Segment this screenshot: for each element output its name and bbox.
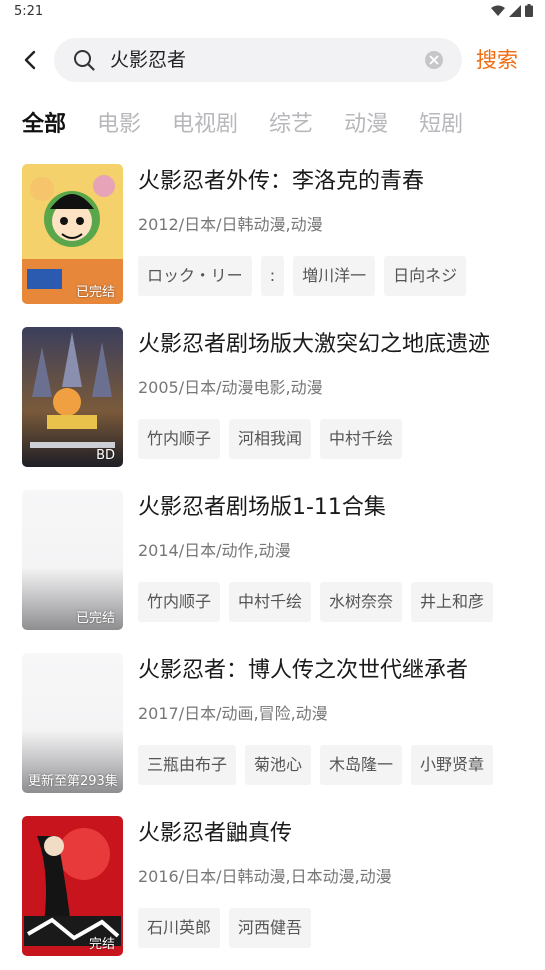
search-icon bbox=[74, 50, 95, 71]
poster-badge: 完结 bbox=[88, 937, 115, 952]
result-item[interactable]: 完结 火影忍者鼬真传 2016/日本/日韩动漫,日本动漫,动漫 石川英郎 河西健… bbox=[0, 814, 545, 956]
cast-tag[interactable]: 三瓶由布子 bbox=[138, 745, 237, 785]
search-row: 火影忍者 搜索 bbox=[0, 38, 545, 82]
cast-tag[interactable]: : bbox=[260, 256, 285, 296]
cast-tag[interactable]: 石川英郎 bbox=[138, 908, 221, 948]
cast-tag[interactable]: 井上和彦 bbox=[411, 582, 494, 622]
result-item[interactable]: 已完结 火影忍者外传：李洛克的青春 2012/日本/日韩动漫,动漫 ロック・リー… bbox=[0, 162, 545, 304]
result-meta: 2012/日本/日韩动漫,动漫 bbox=[138, 215, 323, 234]
result-meta: 2016/日本/日韩动漫,日本动漫,动漫 bbox=[138, 867, 392, 886]
status-time: 5:21 bbox=[14, 4, 44, 19]
cast-tags: 竹内顺子 河相我闻 中村千绘 bbox=[138, 419, 411, 459]
result-meta: 2017/日本/动画,冒险,动漫 bbox=[138, 704, 328, 723]
cast-tag[interactable]: 竹内顺子 bbox=[138, 582, 221, 622]
cast-tags: 三瓶由布子 菊池心 木岛隆一 小野贤章 bbox=[138, 745, 502, 785]
cast-tag[interactable]: 水树奈奈 bbox=[320, 582, 403, 622]
tab-movies[interactable]: 电影 bbox=[97, 108, 141, 142]
tab-all[interactable]: 全部 bbox=[22, 108, 66, 142]
cast-tag[interactable]: 木岛隆一 bbox=[320, 745, 403, 785]
poster-image[interactable]: 更新至第293集 bbox=[22, 653, 123, 793]
back-arrow-icon[interactable] bbox=[16, 46, 44, 74]
cast-tag[interactable]: 中村千绘 bbox=[229, 582, 312, 622]
category-tabs: 全部 电影 电视剧 综艺 动漫 短剧 bbox=[22, 108, 494, 142]
result-title[interactable]: 火影忍者外传：李洛克的青春 bbox=[138, 166, 424, 198]
poster-badge: 已完结 bbox=[75, 285, 115, 300]
cast-tag[interactable]: 竹内顺子 bbox=[138, 419, 221, 459]
poster-art bbox=[22, 327, 123, 467]
poster-image[interactable]: 已完结 bbox=[22, 164, 123, 304]
cast-tag[interactable]: 河西健吾 bbox=[229, 908, 312, 948]
tab-short-drama[interactable]: 短剧 bbox=[419, 108, 463, 142]
poster-image[interactable]: 完结 bbox=[22, 816, 123, 956]
cast-tag[interactable]: 中村千绘 bbox=[320, 419, 403, 459]
result-item[interactable]: 已完结 火影忍者剧场版1-11合集 2014/日本/动作,动漫 竹内顺子 中村千… bbox=[0, 488, 545, 630]
cast-tag[interactable]: 河相我闻 bbox=[229, 419, 312, 459]
wifi-icon bbox=[491, 5, 505, 16]
search-input[interactable]: 火影忍者 bbox=[110, 47, 410, 73]
result-meta: 2014/日本/动作,动漫 bbox=[138, 541, 291, 560]
result-title[interactable]: 火影忍者剧场版1-11合集 bbox=[138, 492, 386, 524]
cast-tags: 竹内顺子 中村千绘 水树奈奈 井上和彦 bbox=[138, 582, 502, 622]
result-meta: 2005/日本/动漫电影,动漫 bbox=[138, 378, 323, 397]
search-box[interactable]: 火影忍者 bbox=[54, 38, 462, 82]
clear-icon[interactable] bbox=[424, 50, 444, 70]
result-title[interactable]: 火影忍者鼬真传 bbox=[138, 818, 292, 850]
cast-tag[interactable]: 増川洋一 bbox=[293, 256, 376, 296]
search-button[interactable]: 搜索 bbox=[476, 46, 518, 74]
signal-icon bbox=[509, 4, 521, 17]
battery-icon bbox=[525, 4, 533, 17]
cast-tag[interactable]: ロック・リー bbox=[138, 256, 252, 296]
cast-tag[interactable]: 菊池心 bbox=[245, 745, 312, 785]
cast-tags: ロック・リー : 増川洋一 日向ネジ bbox=[138, 256, 475, 296]
result-title[interactable]: 火影忍者剧场版大激突幻之地底遗迹 bbox=[138, 329, 490, 361]
poster-badge: 更新至第293集 bbox=[28, 774, 118, 789]
cast-tag[interactable]: 日向ネジ bbox=[384, 256, 467, 296]
poster-image[interactable]: BD bbox=[22, 327, 123, 467]
tab-tv-series[interactable]: 电视剧 bbox=[172, 108, 238, 142]
cast-tags: 石川英郎 河西健吾 bbox=[138, 908, 320, 948]
poster-badge: 已完结 bbox=[75, 611, 115, 626]
result-title[interactable]: 火影忍者：博人传之次世代继承者 bbox=[138, 655, 468, 687]
cast-tag[interactable]: 小野贤章 bbox=[411, 745, 494, 785]
result-item[interactable]: 更新至第293集 火影忍者：博人传之次世代继承者 2017/日本/动画,冒险,动… bbox=[0, 651, 545, 793]
result-item[interactable]: BD 火影忍者剧场版大激突幻之地底遗迹 2005/日本/动漫电影,动漫 竹内顺子… bbox=[0, 325, 545, 467]
tab-anime[interactable]: 动漫 bbox=[344, 108, 388, 142]
status-icons bbox=[491, 4, 533, 17]
poster-image[interactable]: 已完结 bbox=[22, 490, 123, 630]
poster-badge: BD bbox=[96, 448, 115, 463]
status-bar: 5:21 bbox=[0, 0, 545, 26]
tab-variety[interactable]: 综艺 bbox=[269, 108, 313, 142]
